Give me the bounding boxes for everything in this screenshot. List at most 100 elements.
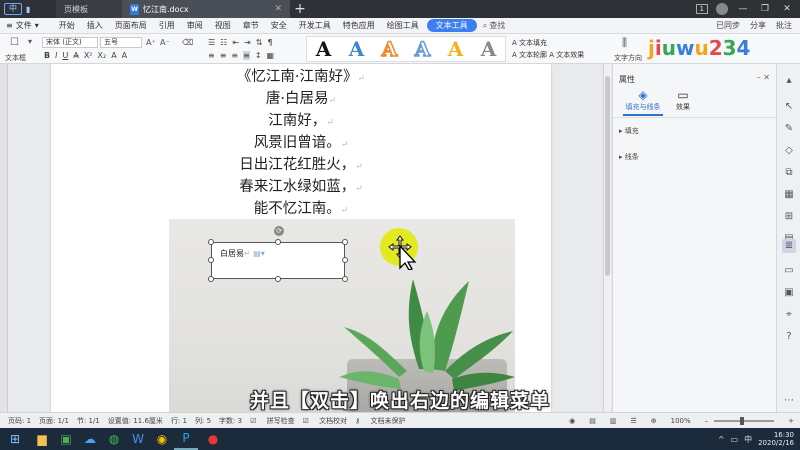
zoom-slider-thumb[interactable] [740,416,745,425]
menu-item-review[interactable]: 审阅 [181,20,209,31]
wordart-style-blue-outline[interactable]: A [414,36,431,62]
tab-close-icon[interactable]: ✕ [274,4,282,14]
text-direction-icon[interactable]: ⫼ [622,36,627,50]
resize-handle[interactable] [342,257,348,263]
poem-line[interactable]: 日出江花红胜火，↵ [51,154,551,176]
subscript-button[interactable]: X₂ [98,51,107,60]
properties-icon[interactable]: ≣ [782,239,796,253]
clear-format-icon[interactable]: ⌫ [182,38,193,47]
document-icon[interactable]: ▭ [782,264,796,278]
comment-button[interactable]: 批注 [776,20,792,31]
wordart-style-orange-outline[interactable]: A [381,36,398,62]
align-justify-icon[interactable]: ≡ [243,51,250,60]
resize-handle[interactable] [342,239,348,245]
store-icon[interactable]: ▣ [54,428,78,450]
menu-item-drawing-tools[interactable]: 绘图工具 [381,20,425,31]
shrink-font-icon[interactable]: A⁻ [160,38,170,47]
textbox-button[interactable]: 文本框 [5,53,26,63]
menu-item-security[interactable]: 安全 [265,20,293,31]
browser-green-icon[interactable]: ◍ [102,428,126,450]
document-page[interactable]: 《忆江南·江南好》↵ 唐·白居易↵ 江南好，↵ 风景旧曾谙。↵ 日出江花红胜火，… [51,64,551,412]
resize-handle[interactable] [275,276,281,282]
web-view-icon[interactable]: ▥ [610,417,617,425]
menu-item-view[interactable]: 视图 [209,20,237,31]
poem-line[interactable]: 唐·白居易↵ [51,88,551,110]
avatar[interactable] [716,3,728,15]
layout-options-icon[interactable]: ▤▾ [253,249,265,258]
zoom-slider[interactable] [714,416,775,425]
poem-line[interactable]: 能不忆江南。↵ [51,198,551,220]
border-icon[interactable]: ▦ [267,51,275,60]
wps-logo[interactable]: 中 ▮ [0,0,56,18]
spell-check-button[interactable]: ☑ 拼写检查 [250,416,295,426]
text-effect-button[interactable]: 文本效果 [556,51,584,59]
page-view-icon[interactable]: ▤ [589,417,596,425]
status-page-no[interactable]: 页码: 1 [8,416,31,426]
align-right-icon[interactable]: ≡ [231,51,238,60]
help-icon[interactable]: ? [782,330,796,344]
status-col[interactable]: 列: 5 [195,416,211,426]
explorer-icon[interactable]: ▆ [30,428,54,450]
wordart-style-gray[interactable]: A [481,37,497,61]
font-size-select[interactable]: 五号 [100,37,142,48]
text-direction-button[interactable]: 文字方向 [614,53,642,63]
zoom-level[interactable]: 100% [671,417,691,425]
style-icon[interactable]: ✎ [782,122,796,136]
menu-item-features[interactable]: 特色应用 [337,20,381,31]
menu-item-insert[interactable]: 插入 [81,20,109,31]
zoom-out-icon[interactable]: – [705,417,709,425]
close-window-icon[interactable]: ✕ [780,4,794,14]
collapse-arrow-icon[interactable]: ▴ [782,74,796,88]
section-line[interactable]: ▸ 线条 [619,152,639,162]
poem-line[interactable]: 风景旧曾谙。↵ [51,132,551,154]
line-spacing-icon[interactable]: ↕ [255,51,262,60]
clock[interactable]: 16:30 2020/2/16 [758,431,794,447]
number-list-icon[interactable]: ☷ [220,38,227,47]
menu-item-text-tools[interactable]: 文本工具 [426,19,477,32]
location-icon[interactable]: ⌖ [782,308,796,322]
minimize-icon[interactable]: — [736,4,750,14]
menu-item-reference[interactable]: 引用 [153,20,181,31]
vertical-scrollbar[interactable] [603,64,611,412]
resize-handle[interactable] [342,276,348,282]
recorder-icon[interactable]: ● [198,428,228,450]
strikethrough-button[interactable]: A̶ [73,51,78,60]
ime-indicator[interactable]: 中 [744,434,752,445]
shape-icon[interactable]: ◇ [782,144,796,158]
sync-status[interactable]: 已同步 [716,20,740,31]
menu-item-start[interactable]: 开始 [53,20,81,31]
notification-count[interactable]: 1 [695,4,708,14]
align-left-icon[interactable]: ≡ [208,51,215,60]
resize-handle[interactable] [208,257,214,263]
text-fill-button[interactable]: 文本填充 [519,39,547,47]
status-section[interactable]: 节: 1/1 [77,416,100,426]
bullet-list-icon[interactable]: ☰ [208,38,215,47]
poem-line[interactable]: 春来江水绿如蓝，↵ [51,176,551,198]
select-cursor-icon[interactable]: ↖ [782,100,796,114]
underline-button[interactable]: U [62,51,68,60]
textbox-icon[interactable]: ☐ [10,37,19,48]
network-icon[interactable]: ▭ [731,435,739,444]
textbox-content[interactable]: 白居易↵ ▤▾ [220,248,265,259]
menu-item-chapter[interactable]: 章节 [237,20,265,31]
tab-document[interactable]: W 忆江南.docx ✕ [122,0,290,18]
image-icon[interactable]: ▣ [782,286,796,300]
windows-start-icon[interactable]: ⊞ [0,428,30,450]
wordart-style-gold[interactable]: A [448,37,464,61]
maximize-icon[interactable]: ❐ [758,4,772,14]
protect-button[interactable]: ⚷ 文档未保护 [355,416,405,426]
italic-button[interactable]: I [55,51,57,60]
zoom-in-icon[interactable]: + [788,417,794,425]
globe-icon[interactable]: ⊕ [651,417,657,425]
menu-item-devtools[interactable]: 开发工具 [293,20,337,31]
align-center-icon[interactable]: ≡ [220,51,227,60]
tray-arrow-icon[interactable]: ^ [718,435,725,444]
grid-icon[interactable]: ⊞ [782,210,796,224]
chrome-icon[interactable]: ◉ [150,428,174,450]
highlight-button[interactable]: A [122,51,127,60]
sort-icon[interactable]: ⇅ [256,38,263,47]
bold-button[interactable]: B [44,51,50,60]
table-icon[interactable]: ▦ [782,188,796,202]
share-button[interactable]: 分享 [750,20,766,31]
wordart-style-blue[interactable]: A [349,37,365,61]
